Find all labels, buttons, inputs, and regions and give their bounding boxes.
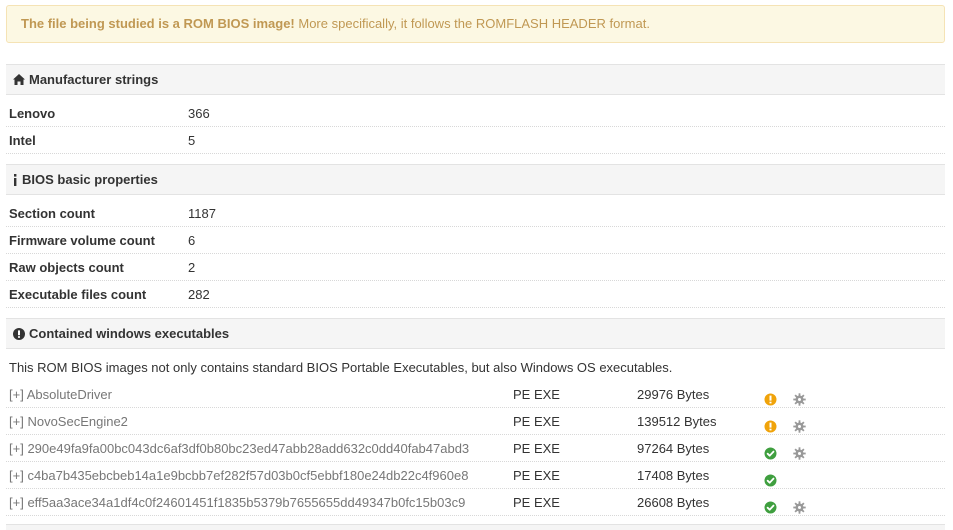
executable-type: PE EXE: [513, 441, 560, 456]
executable-type: PE EXE: [513, 468, 560, 483]
row-key: Executable files count: [9, 287, 147, 302]
row-value: 1187: [188, 206, 216, 221]
executable-row[interactable]: [+] eff5aa3ace34a1df4c0f24601451f1835b53…: [6, 489, 945, 516]
section-title: Manufacturer strings: [29, 71, 159, 87]
gear-icon[interactable]: [793, 442, 806, 460]
executable-size: 97264 Bytes: [637, 441, 710, 456]
property-row: Executable files count 282: [6, 281, 945, 308]
expand-toggle[interactable]: [+] c4ba7b435ebcbeb14a1e9bcbb7ef282f57d0…: [9, 462, 468, 489]
row-value: 5: [188, 133, 196, 148]
row-key: Firmware volume count: [9, 233, 155, 248]
gear-icon[interactable]: [793, 415, 806, 433]
property-row: Section count 1187: [6, 200, 945, 227]
executable-size: 29976 Bytes: [637, 387, 710, 402]
executable-name: c4ba7b435ebcbeb14a1e9bcbb7ef282f57d03b0c…: [27, 468, 469, 483]
row-key: Section count: [9, 206, 95, 221]
section-title: BIOS basic properties: [22, 171, 158, 187]
row-key: Raw objects count: [9, 260, 124, 275]
expand-toggle[interactable]: [+] eff5aa3ace34a1df4c0f24601451f1835b53…: [9, 489, 465, 516]
manufacturer-row: Intel 5: [6, 127, 945, 154]
executable-name: eff5aa3ace34a1df4c0f24601451f1835b5379b7…: [27, 495, 466, 510]
row-value: 6: [188, 233, 196, 248]
bios-basic-properties-header: BIOS basic properties: [6, 164, 945, 195]
executable-row[interactable]: [+] NovoSecEngine2 PE EXE 139512 Bytes: [6, 408, 945, 435]
info-icon: [12, 173, 18, 186]
row-value: 282: [188, 287, 210, 302]
executable-type: PE EXE: [513, 495, 560, 510]
expand-toggle-label: [+]: [9, 468, 24, 483]
expand-toggle-label: [+]: [9, 414, 24, 429]
executable-type: PE EXE: [513, 387, 560, 402]
row-value: 2: [188, 260, 196, 275]
executable-row[interactable]: [+] 290e49fa9fa00bc043dc6af3df0b80bc23ed…: [6, 435, 945, 462]
executable-name: AbsoluteDriver: [26, 387, 112, 402]
check-circle-icon: [764, 496, 777, 514]
row-value: 366: [188, 106, 210, 121]
expand-toggle-label: [+]: [9, 441, 24, 456]
row-key: Lenovo: [9, 106, 56, 121]
home-icon: [12, 73, 25, 86]
gear-icon[interactable]: [793, 388, 806, 406]
section-title: Contained windows executables: [29, 325, 230, 341]
contained-executables-header: Contained windows executables: [6, 318, 945, 349]
warning-circle-icon: [764, 415, 777, 433]
property-row: Raw objects count 2: [6, 254, 945, 281]
executable-size: 17408 Bytes: [637, 468, 710, 483]
expand-toggle[interactable]: [+] NovoSecEngine2: [9, 408, 128, 435]
expand-toggle[interactable]: [+] AbsoluteDriver: [9, 381, 112, 408]
check-circle-icon: [764, 442, 777, 460]
manufacturer-row: Lenovo 366: [6, 100, 945, 127]
expand-toggle-label: [+]: [9, 387, 24, 402]
exclamation-circle-icon: [12, 327, 25, 340]
next-section-edge: [6, 524, 945, 530]
executable-name: NovoSecEngine2: [27, 414, 128, 429]
expand-toggle-label: [+]: [9, 495, 24, 510]
row-key: Intel: [9, 133, 36, 148]
executable-row[interactable]: [+] AbsoluteDriver PE EXE 29976 Bytes: [6, 381, 945, 408]
manufacturer-strings-header: Manufacturer strings: [6, 64, 945, 95]
check-circle-icon: [764, 469, 777, 487]
alert-text: More specifically, it follows the ROMFLA…: [294, 16, 650, 31]
rom-bios-alert: The file being studied is a ROM BIOS ima…: [6, 5, 945, 43]
alert-strong-text: The file being studied is a ROM BIOS ima…: [21, 16, 295, 31]
executable-size: 26608 Bytes: [637, 495, 710, 510]
property-row: Firmware volume count 6: [6, 227, 945, 254]
executable-size: 139512 Bytes: [637, 414, 717, 429]
warning-circle-icon: [764, 388, 777, 406]
executable-name: 290e49fa9fa00bc043dc6af3df0b80bc23ed47ab…: [27, 441, 470, 456]
gear-icon[interactable]: [793, 496, 806, 514]
executables-description: This ROM BIOS images not only contains s…: [9, 360, 673, 375]
executable-row[interactable]: [+] c4ba7b435ebcbeb14a1e9bcbb7ef282f57d0…: [6, 462, 945, 489]
expand-toggle[interactable]: [+] 290e49fa9fa00bc043dc6af3df0b80bc23ed…: [9, 435, 469, 462]
executable-type: PE EXE: [513, 414, 560, 429]
